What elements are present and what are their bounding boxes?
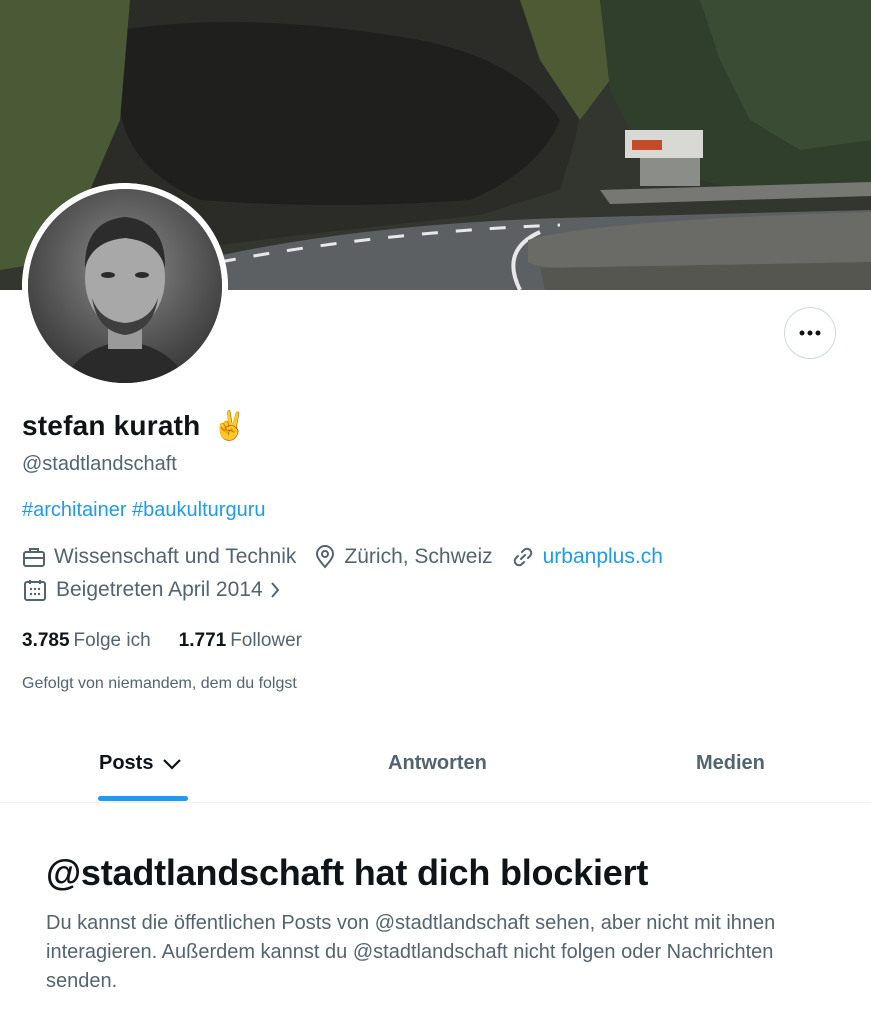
meta-location-text: Zürich, Schweiz	[344, 545, 493, 568]
following-count: 3.785	[22, 630, 70, 651]
profile-name-row: stefan kurath ✌️	[22, 410, 247, 442]
profile-avatar[interactable]	[22, 183, 228, 389]
meta-website[interactable]: urbanplus.ch	[511, 545, 663, 569]
profile-name: stefan kurath	[22, 410, 201, 441]
tab-antworten-label: Antworten	[388, 752, 487, 774]
tab-antworten[interactable]: Antworten	[388, 752, 487, 775]
followers-label: Follower	[230, 630, 303, 651]
blocked-description: Du kannst die öffentlichen Posts von @st…	[46, 912, 776, 992]
profile-handle: @stadtlandschaft	[22, 453, 177, 475]
following-stat[interactable]: 3.785 Folge ich	[22, 630, 151, 652]
link-icon	[513, 547, 532, 567]
avatar-photo	[22, 183, 228, 389]
profile-bio[interactable]: #architainer #baukulturguru	[22, 499, 266, 522]
profile-meta-row: Wissenschaft und Technik Zürich, Schweiz…	[22, 545, 681, 569]
chevron-down-icon	[163, 758, 182, 770]
meta-joined-text: Beigetreten April 2014	[56, 578, 263, 601]
meta-joined[interactable]: Beigetreten April 2014	[22, 578, 289, 602]
location-pin-icon	[316, 545, 335, 569]
meta-category: Wissenschaft und Technik	[22, 545, 296, 569]
chevron-right-icon	[270, 582, 279, 598]
profile-stats: 3.785 Folge ich 1.771 Follower	[22, 630, 330, 652]
more-options-button[interactable]	[784, 307, 836, 359]
blocked-title: @stadtlandschaft hat dich blockiert	[46, 852, 649, 893]
victory-hand-emoji: ✌️	[212, 410, 248, 441]
followed-by-text: Gefolgt von niemandem, dem du folgst	[22, 675, 297, 692]
tab-posts[interactable]: Posts	[99, 752, 183, 775]
active-tab-indicator	[98, 796, 188, 801]
briefcase-icon	[23, 548, 45, 567]
followers-count: 1.771	[178, 630, 227, 651]
meta-category-text: Wissenschaft und Technik	[54, 545, 297, 568]
tab-medien[interactable]: Medien	[696, 752, 765, 775]
profile-joined-row[interactable]: Beigetreten April 2014	[22, 578, 307, 602]
tab-posts-label: Posts	[99, 752, 154, 774]
profile-tabs: Posts Antworten Medien	[0, 740, 871, 803]
following-label: Folge ich	[73, 630, 151, 651]
meta-website-link[interactable]: urbanplus.ch	[543, 545, 663, 569]
tab-medien-label: Medien	[696, 752, 765, 774]
more-icon	[799, 330, 821, 336]
followers-stat[interactable]: 1.771 Follower	[179, 630, 302, 652]
calendar-icon	[24, 580, 46, 601]
meta-location: Zürich, Schweiz	[314, 545, 493, 569]
